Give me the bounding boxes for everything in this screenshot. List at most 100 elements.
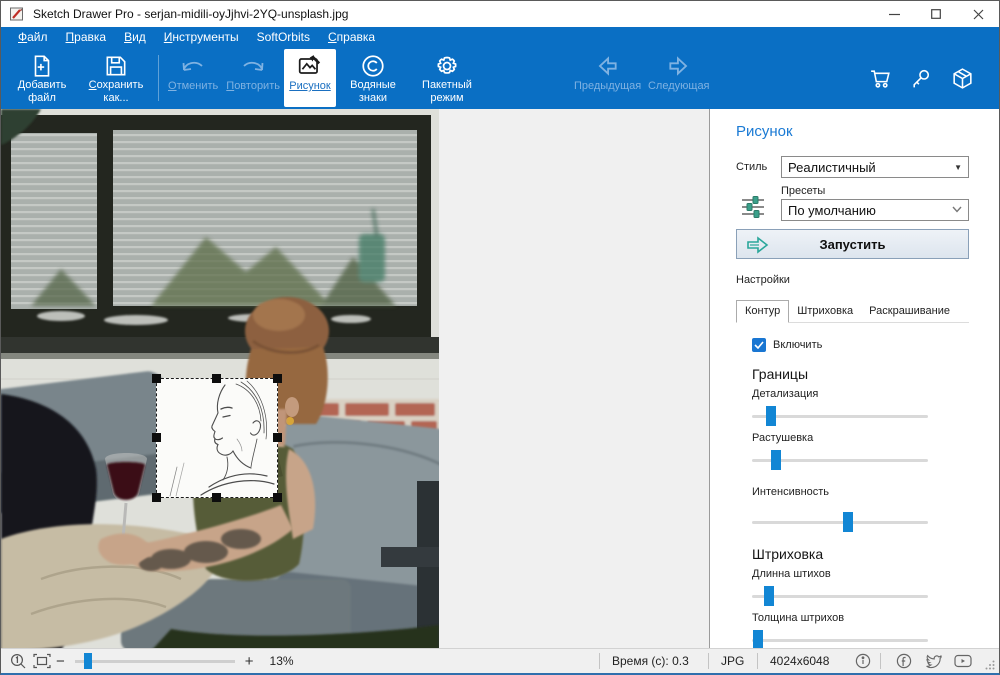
settings-tabs: Контур Штриховка Раскрашивание [736, 300, 969, 323]
menu-view[interactable]: Вид [115, 27, 155, 47]
info-icon[interactable] [855, 653, 871, 669]
menu-edit[interactable]: Правка [57, 27, 116, 47]
zoom-out-button[interactable]: − [56, 653, 65, 670]
add-file-label: Добавить файл [17, 79, 67, 105]
watermarks-label: Водяные знаки [350, 79, 396, 105]
undo-label: Отменить [168, 80, 219, 92]
selection-handle[interactable] [212, 374, 221, 383]
resize-grip[interactable] [985, 660, 995, 670]
drawing-panel: Рисунок Стиль Реалистичный ▼ Пресеты По … [710, 109, 999, 651]
selection-handle[interactable] [152, 493, 161, 502]
selection-handle[interactable] [152, 433, 161, 442]
file-format: JPG [721, 654, 745, 668]
slider-thumb[interactable] [843, 512, 854, 532]
zoom-slider[interactable] [74, 653, 235, 669]
slider-thumb[interactable] [753, 630, 764, 650]
panel-title: Рисунок [736, 123, 793, 140]
hatching-section-title: Штриховка [752, 546, 824, 562]
selection-handle[interactable] [273, 433, 282, 442]
feather-label: Растушевка [752, 432, 814, 444]
save-icon [103, 52, 129, 79]
processing-time: Время (с): 0.3 [612, 654, 689, 668]
redo-icon [238, 52, 268, 80]
tab-contour[interactable]: Контур [736, 300, 790, 323]
stroke-width-slider[interactable] [752, 630, 928, 650]
app-icon [10, 7, 23, 21]
arrow-left-icon [593, 52, 621, 80]
slider-thumb[interactable] [83, 653, 92, 669]
next-label: Следующая [647, 80, 710, 92]
run-arrow-icon [746, 235, 770, 258]
toolbar-separator [158, 55, 159, 101]
presets-value: По умолчанию [788, 202, 876, 218]
youtube-icon[interactable] [954, 654, 972, 668]
redo-button: Повторить [222, 49, 284, 107]
detail-slider[interactable] [752, 406, 928, 426]
menu-softorbits[interactable]: SoftOrbits [248, 27, 319, 47]
run-button[interactable]: Запустить [736, 229, 969, 259]
slider-thumb[interactable] [765, 406, 776, 426]
status-bar: − + 13% Время (с): 0.3 JPG 4024x6048 [1, 648, 999, 673]
slider-thumb[interactable] [763, 586, 774, 606]
selection-handle[interactable] [152, 374, 161, 383]
close-button[interactable] [957, 1, 999, 27]
tab-hatching[interactable]: Штриховка [789, 301, 861, 322]
cart-icon[interactable] [868, 66, 893, 91]
slider-track [752, 415, 928, 418]
dropdown-caret-icon: ▼ [954, 162, 962, 172]
style-select[interactable]: Реалистичный ▼ [781, 156, 969, 178]
fit-to-window-icon[interactable] [33, 653, 51, 669]
presets-label: Пресеты [781, 185, 826, 197]
borders-section-title: Границы [752, 366, 808, 382]
minimize-button[interactable] [873, 1, 915, 27]
copyright-icon [360, 52, 386, 79]
next-button: Следующая [644, 49, 714, 107]
tab-coloring[interactable]: Раскрашивание [861, 301, 958, 322]
slider-track [752, 595, 928, 598]
maximize-button[interactable] [915, 1, 957, 27]
slider-thumb[interactable] [770, 450, 781, 470]
enable-checkbox[interactable]: Включить [752, 338, 969, 352]
detail-label: Детализация [752, 388, 819, 400]
sketch-selection[interactable] [152, 374, 282, 502]
undo-button: Отменить [164, 49, 222, 107]
undo-icon [178, 52, 208, 80]
watermarks-button[interactable]: Водяные знаки [336, 49, 410, 107]
presets-select[interactable]: По умолчанию [781, 199, 969, 221]
toolbar: Добавить файл Сохранить как... Отменить [1, 47, 999, 109]
chevron-down-icon [952, 206, 962, 215]
twitter-icon[interactable] [924, 654, 942, 669]
stroke-length-label: Длинна штихов [752, 568, 831, 580]
actual-size-icon[interactable] [10, 653, 27, 670]
menu-tools[interactable]: Инструменты [155, 27, 248, 47]
selection-handle[interactable] [273, 374, 282, 383]
previous-button: Предыдущая [570, 49, 644, 107]
previous-label: Предыдущая [573, 80, 642, 92]
style-value: Реалистичный [788, 159, 876, 175]
window-title: Sketch Drawer Pro - serjan-midili-oyJjhv… [33, 7, 349, 21]
key-icon[interactable] [909, 66, 934, 91]
drawing-button[interactable]: Рисунок [283, 49, 336, 107]
title-bar: Sketch Drawer Pro - serjan-midili-oyJjhv… [1, 1, 999, 27]
arrow-right-icon [665, 52, 693, 80]
batch-mode-button[interactable]: Пакетный режим [410, 49, 484, 107]
menu-help[interactable]: Справка [319, 27, 384, 47]
facebook-icon[interactable] [896, 653, 912, 669]
canvas-area: Рисунок Стиль Реалистичный ▼ Пресеты По … [1, 109, 999, 651]
selection-handle[interactable] [212, 493, 221, 502]
package-icon[interactable] [950, 66, 975, 91]
intensity-slider[interactable] [752, 512, 928, 532]
menu-bar: Файл Правка Вид Инструменты SoftOrbits С… [1, 27, 999, 47]
slider-track [752, 639, 928, 642]
stroke-length-slider[interactable] [752, 586, 928, 606]
save-as-button[interactable]: Сохранить как... [79, 49, 153, 107]
zoom-in-button[interactable]: + [245, 653, 254, 670]
save-as-label: Сохранить как... [88, 79, 144, 105]
zoom-percent: 13% [269, 654, 294, 668]
feather-slider[interactable] [752, 450, 928, 470]
selection-handle[interactable] [273, 493, 282, 502]
menu-file[interactable]: Файл [9, 27, 57, 47]
photo-preview[interactable] [1, 109, 439, 651]
add-file-button[interactable]: Добавить файл [5, 49, 79, 107]
